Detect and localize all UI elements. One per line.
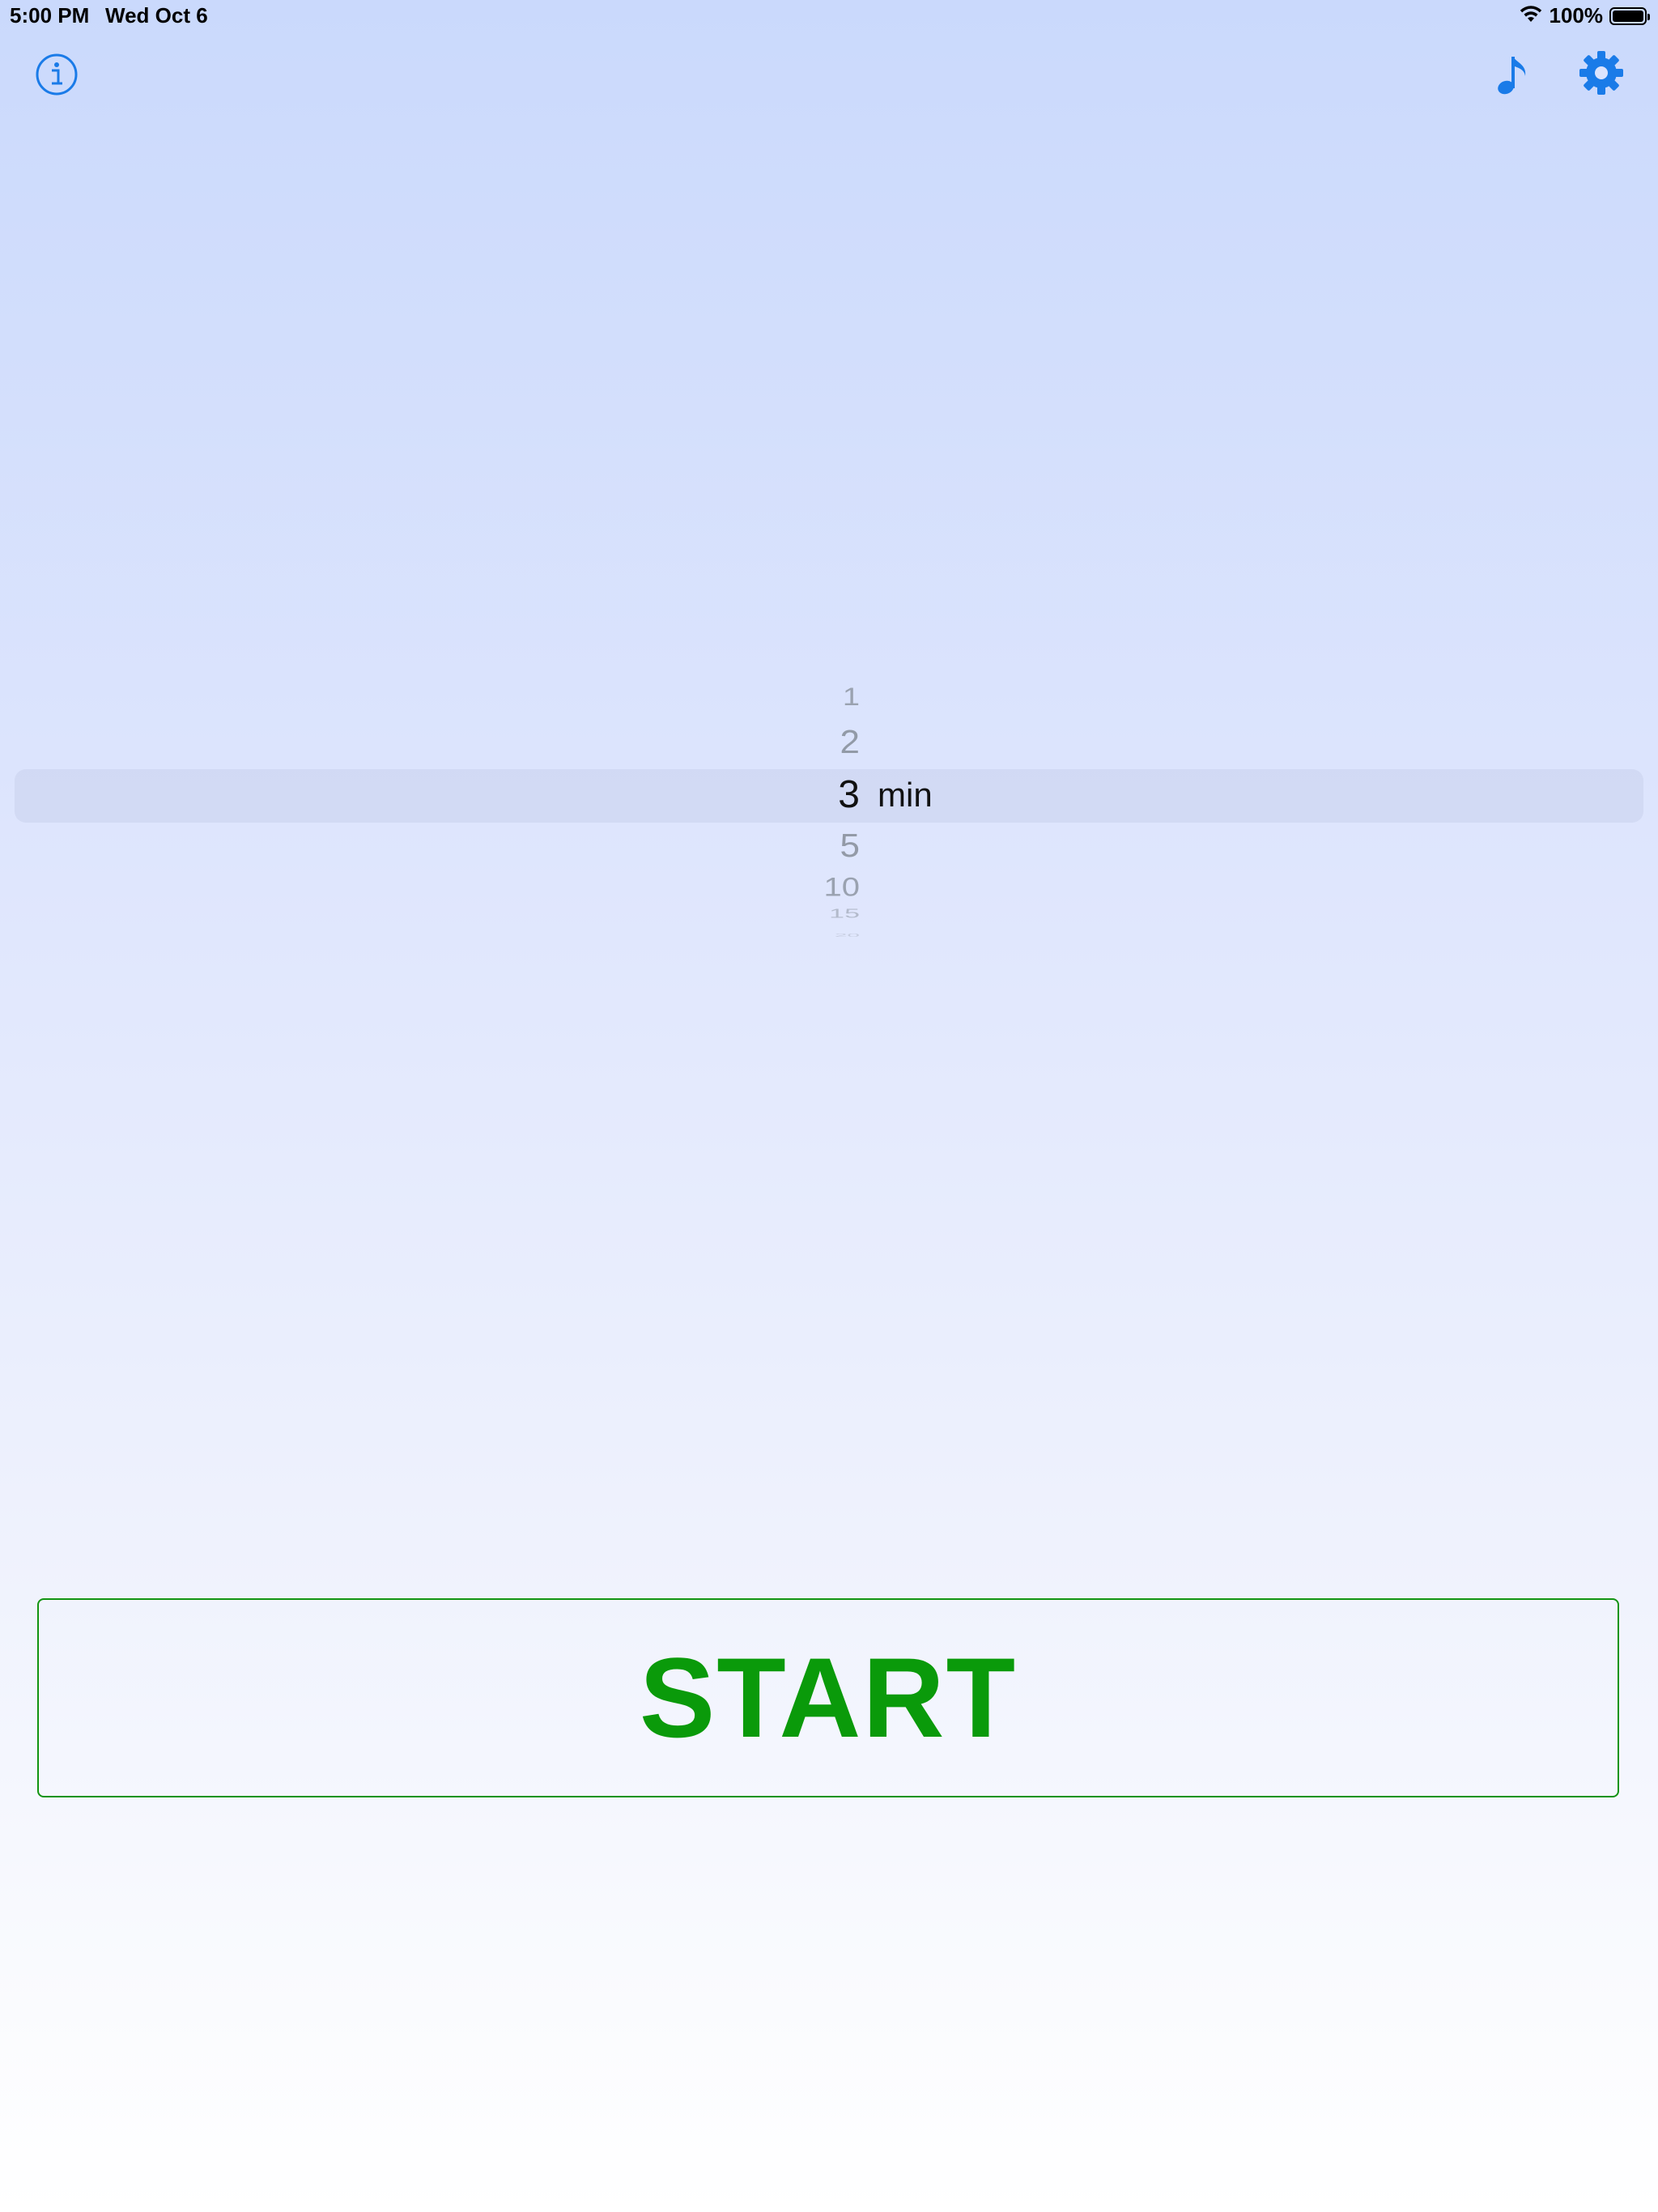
picker-selected-option[interactable]: 3: [838, 772, 860, 817]
status-date: Wed Oct 6: [105, 3, 208, 28]
picker-option[interactable]: 10: [824, 874, 861, 903]
status-time: 5:00 PM: [10, 3, 90, 28]
picker-option[interactable]: 1: [843, 683, 860, 712]
settings-button[interactable]: [1575, 47, 1627, 99]
start-label: START: [639, 1634, 1018, 1761]
battery-percentage: 100%: [1549, 3, 1604, 28]
picker-option[interactable]: 15: [829, 907, 860, 921]
battery-icon: [1609, 6, 1650, 25]
minutes-picker[interactable]: 1 2 3 5 10 15 20 min: [0, 672, 1658, 947]
status-indicators: 100%: [1519, 3, 1650, 28]
picker-option[interactable]: 20: [835, 933, 860, 938]
picker-unit-label: min: [878, 776, 933, 814]
sound-button[interactable]: [1488, 49, 1537, 100]
wifi-icon: [1519, 4, 1543, 28]
battery-level: [1613, 10, 1643, 22]
info-circle-icon: [36, 53, 78, 96]
status-bar: 5:00 PM Wed Oct 6 100%: [0, 0, 1658, 32]
picker-option[interactable]: 2: [840, 724, 860, 761]
picker-selection-highlight: [15, 769, 1643, 823]
gear-icon: [1579, 51, 1623, 95]
picker-option[interactable]: 5: [840, 827, 860, 865]
music-note-icon: [1498, 57, 1526, 95]
info-button[interactable]: [32, 50, 81, 99]
start-button[interactable]: START: [37, 1598, 1619, 1797]
